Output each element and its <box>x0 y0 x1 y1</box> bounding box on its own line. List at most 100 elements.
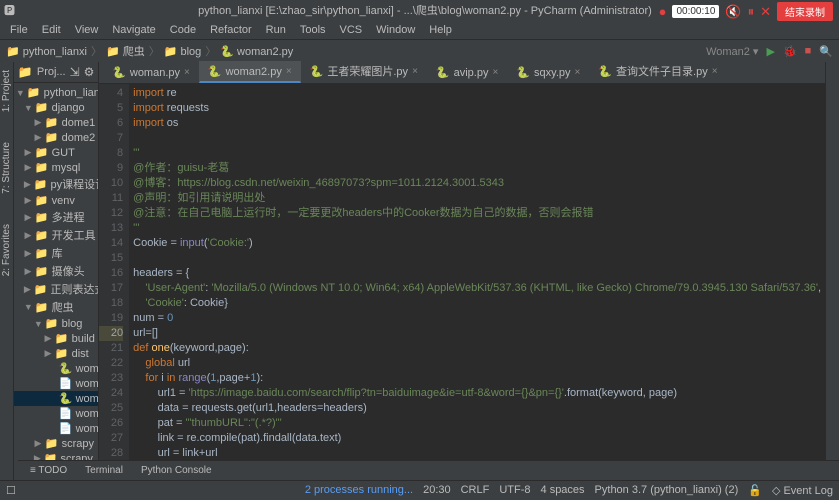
tree-arrow-icon[interactable]: ▶ <box>24 248 32 259</box>
status-enc[interactable]: UTF-8 <box>499 484 530 497</box>
breadcrumb-item[interactable]: 📁 python_lianxi <box>6 45 87 58</box>
close-rec-icon[interactable]: ✕ <box>760 4 771 20</box>
status-pos[interactable]: 20:30 <box>423 484 451 497</box>
breadcrumb-item[interactable]: 📁 blog <box>164 45 202 58</box>
tree-arrow-icon[interactable]: ▼ <box>24 302 32 312</box>
tab-close-icon[interactable]: × <box>184 67 190 78</box>
status-processes[interactable]: 2 processes running... <box>305 484 413 497</box>
tree-item[interactable]: ▼📁django <box>14 100 98 115</box>
tree-item[interactable]: 🐍woman.py <box>14 361 98 376</box>
tool-structure[interactable]: 7: Structure <box>1 142 12 194</box>
tree-arrow-icon[interactable]: ▶ <box>24 230 32 241</box>
tree-arrow-icon[interactable]: ▶ <box>24 212 32 223</box>
tree-item[interactable]: ▶📁库 <box>14 244 98 262</box>
editor-tab[interactable]: 🐍avip.py× <box>427 62 507 83</box>
mute-icon[interactable]: 🔇 <box>725 4 741 20</box>
menu-view[interactable]: View <box>69 22 105 38</box>
menu-tools[interactable]: Tools <box>294 22 332 38</box>
menu-refactor[interactable]: Refactor <box>204 22 258 38</box>
tool-project[interactable]: 1: Project <box>1 70 12 112</box>
tool-favorites[interactable]: 2: Favorites <box>1 224 12 276</box>
tree-item[interactable]: ▶📁build <box>14 331 98 346</box>
tree-arrow-icon[interactable]: ▶ <box>44 333 52 344</box>
bottom-tab[interactable]: ≡ TODO <box>22 463 75 478</box>
tree-arrow-icon[interactable]: ▶ <box>34 117 42 128</box>
tree-item[interactable]: 📄woman2.spec <box>14 406 98 421</box>
status-lock-icon[interactable]: 🔓 <box>748 484 762 497</box>
tree-item[interactable]: ▶📁mysql <box>14 160 98 175</box>
stop-icon[interactable]: ■ <box>805 45 812 57</box>
tree-arrow-icon[interactable]: ▶ <box>34 132 42 143</box>
tab-close-icon[interactable]: × <box>412 66 418 77</box>
bottom-tab[interactable]: Python Console <box>133 463 220 478</box>
tab-close-icon[interactable]: × <box>712 66 718 77</box>
tab-close-icon[interactable]: × <box>492 67 498 78</box>
menu-navigate[interactable]: Navigate <box>106 22 161 38</box>
run-config-label[interactable]: Woman2 ▾ <box>706 45 758 58</box>
menu-run[interactable]: Run <box>260 22 292 38</box>
tree-arrow-icon[interactable]: ▼ <box>24 103 32 113</box>
tree-item[interactable]: ▶📁py课程设计 <box>14 175 98 193</box>
editor-tab[interactable]: 🐍查询文件子目录.py× <box>589 59 726 83</box>
menu-help[interactable]: Help <box>423 22 458 38</box>
search-icon[interactable]: 🔍 <box>819 45 833 58</box>
tree-arrow-icon[interactable]: ▶ <box>24 284 31 295</box>
editor-tab[interactable]: 🐍woman.py× <box>103 62 199 83</box>
editor-tab[interactable]: 🐍woman2.py× <box>199 61 301 83</box>
tree-item[interactable]: 📄woman.spec <box>14 376 98 391</box>
editor-tab[interactable]: 🐍sqxy.py× <box>507 62 589 83</box>
stop-record-button[interactable]: 结束录制 <box>777 2 833 21</box>
tree-item[interactable]: ▶📁开发工具 <box>14 226 98 244</box>
event-log[interactable]: ◇ Event Log <box>772 484 833 497</box>
tree-item[interactable]: ▶📁正则表达式 <box>14 280 98 298</box>
tab-close-icon[interactable]: × <box>286 66 292 77</box>
tree-item[interactable]: ▼📁爬虫 <box>14 298 98 316</box>
tree-arrow-icon[interactable]: ▶ <box>34 438 42 449</box>
gear-icon[interactable]: ⚙ <box>84 65 95 79</box>
tree-arrow-icon[interactable]: ▼ <box>34 319 42 329</box>
line-gutter[interactable]: 4567891011121314151617181920212223242526… <box>99 84 129 482</box>
breadcrumb[interactable]: 📁 python_lianxi〉📁 爬虫〉📁 blog〉🐍 woman2.py <box>6 43 293 59</box>
status-indent[interactable]: 4 spaces <box>541 484 585 497</box>
status-interp[interactable]: Python 3.7 (python_lianxi) (2) <box>595 484 739 497</box>
tree-arrow-icon[interactable]: ▼ <box>16 88 24 98</box>
tree-item[interactable]: ▶📁GUT <box>14 145 98 160</box>
tree-item[interactable]: 🐍woman2.py <box>14 391 98 406</box>
project-tree[interactable]: ▼📁python_lianxi E:\zhao_s▼📁django▶📁dome1… <box>14 83 98 500</box>
menu-code[interactable]: Code <box>164 22 202 38</box>
status-crlf[interactable]: CRLF <box>461 484 490 497</box>
menu-edit[interactable]: Edit <box>36 22 67 38</box>
editor-tab[interactable]: 🐍王者荣耀图片.py× <box>301 59 427 83</box>
menu-vcs[interactable]: VCS <box>334 22 369 38</box>
tree-item[interactable]: ▶📁venv <box>14 193 98 208</box>
tree-node-icon: 📁 <box>34 283 48 296</box>
tree-item[interactable]: ▶📁scrapy <box>14 436 98 451</box>
tree-arrow-icon[interactable]: ▶ <box>24 147 32 158</box>
tree-label: 爬虫 <box>52 299 74 315</box>
tree-arrow-icon[interactable]: ▶ <box>24 179 31 190</box>
tree-item[interactable]: ▶📁dist <box>14 346 98 361</box>
tab-close-icon[interactable]: × <box>575 67 581 78</box>
tree-item[interactable]: ▶📁多进程 <box>14 208 98 226</box>
tree-item[interactable]: ▶📁dome1 <box>14 115 98 130</box>
tree-arrow-icon[interactable]: ▶ <box>44 348 52 359</box>
tree-item[interactable]: ▶📁dome2 <box>14 130 98 145</box>
status-msg-icon[interactable]: ☐ <box>6 484 16 497</box>
menu-window[interactable]: Window <box>370 22 421 38</box>
breadcrumb-item[interactable]: 📁 爬虫 <box>106 43 145 59</box>
code-editor[interactable]: import reimport requestsimport os '''@作者… <box>129 84 825 482</box>
tree-arrow-icon[interactable]: ▶ <box>24 162 32 173</box>
collapse-icon[interactable]: ⇲ <box>70 65 80 79</box>
tree-item[interactable]: ▼📁python_lianxi E:\zhao_s <box>14 85 98 100</box>
tree-arrow-icon[interactable]: ▶ <box>24 195 32 206</box>
breadcrumb-item[interactable]: 🐍 woman2.py <box>220 45 293 58</box>
tree-item[interactable]: 📄women.spec <box>14 421 98 436</box>
tree-item[interactable]: ▶📁摄像头 <box>14 262 98 280</box>
debug-icon[interactable]: 🐞 <box>783 45 797 58</box>
tree-arrow-icon[interactable]: ▶ <box>24 266 32 277</box>
menu-file[interactable]: File <box>4 22 34 38</box>
tree-item[interactable]: ▼📁blog <box>14 316 98 331</box>
bottom-tab[interactable]: Terminal <box>77 463 131 478</box>
run-icon[interactable]: ▶ <box>766 45 774 58</box>
pause-icon[interactable]: ⏸ <box>748 4 755 20</box>
